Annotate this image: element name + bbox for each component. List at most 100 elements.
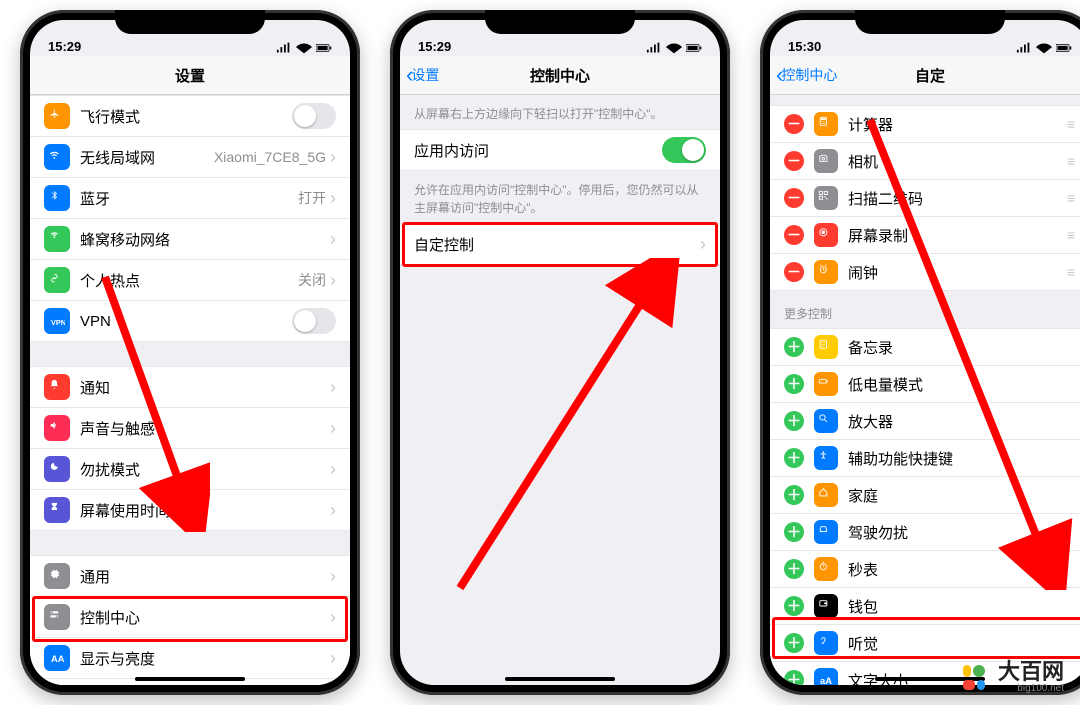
settings-row[interactable]: 勿扰模式› bbox=[30, 449, 350, 490]
control-row[interactable]: ＋秒表 bbox=[770, 551, 1080, 588]
row-label: 屏幕录制 bbox=[848, 225, 1067, 246]
drag-handle-icon[interactable]: ≡ bbox=[1067, 153, 1076, 169]
textsize-icon: aA bbox=[814, 668, 838, 685]
settings-row[interactable]: VPNVPN bbox=[30, 301, 350, 341]
control-row[interactable]: ＋ 驾驶勿扰 bbox=[770, 514, 1080, 551]
add-button[interactable]: ＋ bbox=[784, 485, 804, 505]
section-more-controls: 更多控制 bbox=[770, 291, 1080, 328]
notch bbox=[485, 10, 635, 34]
drag-handle-icon[interactable]: ≡ bbox=[1067, 190, 1076, 206]
control-row[interactable]: ＋ 备忘录 bbox=[770, 329, 1080, 366]
note-icon bbox=[814, 335, 838, 359]
nav-title: 设置 bbox=[175, 65, 205, 86]
add-button[interactable]: ＋ bbox=[784, 559, 804, 579]
chevron-icon: › bbox=[330, 270, 336, 291]
svg-text:aA: aA bbox=[820, 676, 832, 685]
control-row[interactable]: ＋ 听觉 bbox=[770, 625, 1080, 662]
control-row[interactable]: － 扫描二维码≡ bbox=[770, 180, 1080, 217]
watermark-sub: big100.net bbox=[998, 683, 1064, 694]
settings-row[interactable]: 控制中心› bbox=[30, 597, 350, 638]
toggle[interactable] bbox=[292, 103, 336, 129]
notch bbox=[115, 10, 265, 34]
settings-row[interactable]: 声音与触感› bbox=[30, 408, 350, 449]
row-detail: 打开 bbox=[298, 188, 326, 208]
row-label: 驾驶勿扰 bbox=[848, 522, 1076, 543]
status-time: 15:29 bbox=[48, 39, 81, 54]
drag-handle-icon[interactable]: ≡ bbox=[1067, 264, 1076, 280]
chevron-icon: › bbox=[330, 418, 336, 439]
control-row[interactable]: －闹钟≡ bbox=[770, 254, 1080, 290]
control-row[interactable]: ＋钱包 bbox=[770, 588, 1080, 625]
row-label: 听觉 bbox=[848, 633, 1076, 654]
control-row[interactable]: ＋放大器 bbox=[770, 403, 1080, 440]
settings-content[interactable]: 飞行模式无线局域网Xiaomi_7CE8_5G›蓝牙打开›蜂窝移动网络›个人热点… bbox=[30, 95, 350, 685]
row-label: 通知 bbox=[80, 377, 330, 398]
drag-handle-icon[interactable]: ≡ bbox=[1067, 227, 1076, 243]
remove-button[interactable]: － bbox=[784, 188, 804, 208]
back-button[interactable]: ‹设置 bbox=[406, 64, 439, 86]
ear-icon bbox=[814, 631, 838, 655]
car-icon bbox=[814, 520, 838, 544]
add-button[interactable]: ＋ bbox=[784, 522, 804, 542]
settings-row[interactable]: 通用› bbox=[30, 556, 350, 597]
status-indicators bbox=[646, 42, 702, 54]
row-label: 蓝牙 bbox=[80, 188, 298, 209]
switches-icon bbox=[44, 604, 70, 630]
row-label: VPN bbox=[80, 313, 292, 330]
row-label: 控制中心 bbox=[80, 607, 330, 628]
row-label: 相机 bbox=[848, 151, 1067, 172]
settings-row[interactable]: 飞行模式 bbox=[30, 96, 350, 137]
settings-row[interactable]: 屏幕使用时间› bbox=[30, 490, 350, 530]
settings-row[interactable]: AA显示与亮度› bbox=[30, 638, 350, 679]
settings-row[interactable]: 蜂窝移动网络› bbox=[30, 219, 350, 260]
row-label: 声音与触感 bbox=[80, 418, 330, 439]
row-label: 显示与亮度 bbox=[80, 648, 330, 669]
antenna-icon bbox=[44, 226, 70, 252]
hint-swipe: 从屏幕右上方边缘向下轻扫以打开"控制中心"。 bbox=[400, 95, 720, 129]
add-button[interactable]: ＋ bbox=[784, 374, 804, 394]
row-in-app-access[interactable]: 应用内访问 bbox=[400, 130, 720, 170]
chevron-icon: › bbox=[330, 500, 336, 521]
add-button[interactable]: ＋ bbox=[784, 670, 804, 685]
row-customize-controls[interactable]: 自定控制 › bbox=[400, 224, 720, 265]
speaker-icon bbox=[44, 415, 70, 441]
control-row[interactable]: ＋低电量模式 bbox=[770, 366, 1080, 403]
battery-icon bbox=[814, 372, 838, 396]
add-button[interactable]: ＋ bbox=[784, 633, 804, 653]
control-row[interactable]: ＋辅助功能快捷键 bbox=[770, 440, 1080, 477]
chevron-icon: › bbox=[700, 234, 706, 255]
control-row[interactable]: ＋家庭 bbox=[770, 477, 1080, 514]
control-center-content[interactable]: 从屏幕右上方边缘向下轻扫以打开"控制中心"。 应用内访问 允许在应用内访问"控制… bbox=[400, 95, 720, 685]
control-row[interactable]: － 屏幕录制≡ bbox=[770, 217, 1080, 254]
row-label: 备忘录 bbox=[848, 337, 1076, 358]
remove-button[interactable]: － bbox=[784, 262, 804, 282]
moon-icon bbox=[44, 456, 70, 482]
settings-row[interactable]: 通知› bbox=[30, 367, 350, 408]
calc-icon bbox=[814, 112, 838, 136]
remove-button[interactable]: － bbox=[784, 114, 804, 134]
settings-row[interactable]: 个人热点关闭› bbox=[30, 260, 350, 301]
add-button[interactable]: ＋ bbox=[784, 337, 804, 357]
toggle[interactable] bbox=[292, 308, 336, 334]
customize-content[interactable]: －计算器≡－相机≡－扫描二维码≡－屏幕录制≡－闹钟≡ 更多控制 ＋备忘录＋低电量… bbox=[770, 95, 1080, 685]
settings-row[interactable]: 无线局域网Xiaomi_7CE8_5G› bbox=[30, 137, 350, 178]
drag-handle-icon[interactable]: ≡ bbox=[1067, 116, 1076, 132]
control-row[interactable]: － 相机≡ bbox=[770, 143, 1080, 180]
settings-row[interactable]: 蓝牙打开› bbox=[30, 178, 350, 219]
home-indicator bbox=[135, 677, 245, 681]
home-icon bbox=[814, 483, 838, 507]
add-button[interactable]: ＋ bbox=[784, 411, 804, 431]
toggle-in-app-access[interactable] bbox=[662, 137, 706, 163]
status-indicators bbox=[1016, 42, 1072, 54]
remove-button[interactable]: － bbox=[784, 225, 804, 245]
back-button[interactable]: ‹控制中心 bbox=[776, 64, 837, 86]
control-row[interactable]: － 计算器≡ bbox=[770, 106, 1080, 143]
magnifier-icon bbox=[814, 409, 838, 433]
chevron-icon: › bbox=[330, 566, 336, 587]
remove-button[interactable]: － bbox=[784, 151, 804, 171]
wifi-icon bbox=[44, 144, 70, 170]
row-label: 扫描二维码 bbox=[848, 188, 1067, 209]
add-button[interactable]: ＋ bbox=[784, 448, 804, 468]
row-label: 计算器 bbox=[848, 114, 1067, 135]
add-button[interactable]: ＋ bbox=[784, 596, 804, 616]
